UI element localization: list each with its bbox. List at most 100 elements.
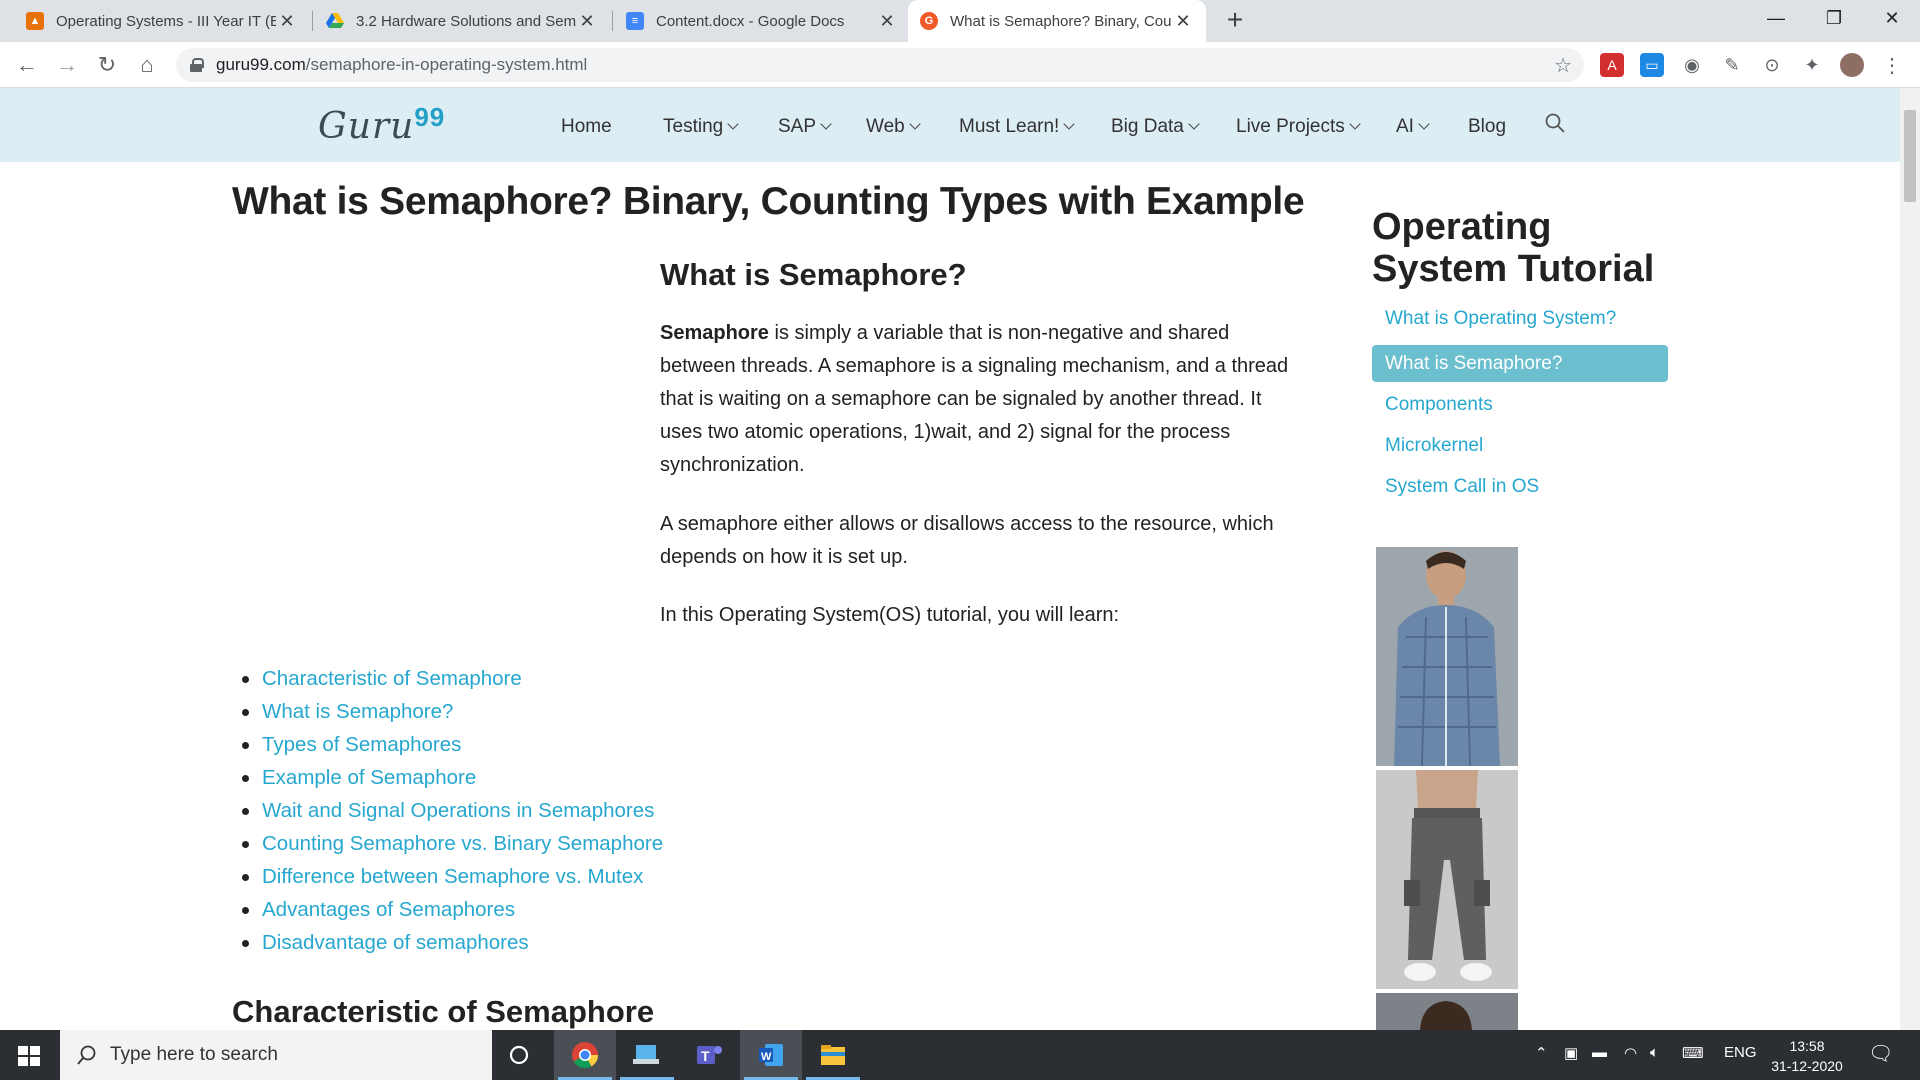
chevron-down-icon xyxy=(1063,118,1075,130)
sidebar-link[interactable]: What is Operating System? xyxy=(1372,300,1668,337)
eyedropper-extension-icon[interactable]: ✎ xyxy=(1720,53,1744,77)
search-placeholder: Type here to search xyxy=(110,1044,278,1065)
site-header: Guru99 Home Testing SAP Web Must Learn! … xyxy=(0,88,1900,162)
browser-tab[interactable]: ▲ Operating Systems - III Year IT (B ✕ xyxy=(14,0,310,42)
nav-sap[interactable]: SAP xyxy=(778,116,832,138)
wifi-icon[interactable]: ◠ xyxy=(1624,1044,1637,1062)
acrobat-extension-icon[interactable]: A xyxy=(1600,53,1624,77)
nav-blog[interactable]: Blog xyxy=(1468,116,1506,138)
taskbar-clock[interactable]: 13:58 31-12-2020 xyxy=(1762,1036,1852,1076)
guru99-favicon-icon: G xyxy=(920,12,938,30)
search-icon[interactable] xyxy=(1544,112,1566,134)
restore-icon[interactable]: ❐ xyxy=(1804,0,1864,36)
browser-tab-active[interactable]: G What is Semaphore? Binary, Cour ✕ xyxy=(908,0,1206,42)
sidebar-link-active[interactable]: What is Semaphore? xyxy=(1372,345,1668,382)
chevron-down-icon xyxy=(820,118,832,130)
nav-label: Home xyxy=(561,116,612,137)
new-tab-plus-icon[interactable]: + xyxy=(1220,4,1250,36)
close-tab-icon[interactable]: ✕ xyxy=(876,11,898,32)
toc-link[interactable]: Counting Semaphore vs. Binary Semaphore xyxy=(236,827,663,860)
close-tab-icon[interactable]: ✕ xyxy=(1172,11,1194,32)
camera-extension-icon[interactable]: ◉ xyxy=(1680,53,1704,77)
nav-must-learn[interactable]: Must Learn! xyxy=(959,116,1075,138)
ad-image[interactable] xyxy=(1376,547,1518,766)
nav-label: Big Data xyxy=(1111,116,1184,137)
reload-icon[interactable]: ↻ xyxy=(90,48,124,82)
meet-now-icon[interactable]: ▣ xyxy=(1564,1044,1578,1062)
file-explorer-icon[interactable] xyxy=(802,1030,864,1080)
language-indicator[interactable]: ENG xyxy=(1724,1044,1757,1061)
ad-image[interactable] xyxy=(1376,993,1518,1030)
home-icon[interactable]: ⌂ xyxy=(130,48,164,82)
sidebar-link[interactable]: System Call in OS xyxy=(1372,468,1668,505)
search-icon xyxy=(77,1045,96,1065)
chevron-down-icon xyxy=(909,118,921,130)
lock-icon xyxy=(190,58,204,72)
speaker-icon[interactable]: 🔈︎ xyxy=(1650,1044,1659,1061)
paragraph: In this Operating System(OS) tutorial, y… xyxy=(660,604,1120,626)
close-tab-icon[interactable]: ✕ xyxy=(576,11,598,32)
browser-tab[interactable]: ≡ Content.docx - Google Docs ✕ xyxy=(614,0,910,42)
toc-link[interactable]: Advantages of Semaphores xyxy=(236,893,663,926)
nav-label: AI xyxy=(1396,116,1414,137)
browser-tab[interactable]: 3.2 Hardware Solutions and Sema ✕ xyxy=(314,0,610,42)
toc-link[interactable]: Example of Semaphore xyxy=(236,761,663,794)
page-content: What is Semaphore? Binary, Counting Type… xyxy=(0,162,1900,1030)
desktop-app-icon[interactable] xyxy=(616,1030,678,1080)
google-docs-icon: ≡ xyxy=(626,12,644,30)
word-icon[interactable]: W xyxy=(740,1030,802,1080)
nav-home[interactable]: Home xyxy=(561,116,612,138)
chevron-down-icon xyxy=(727,118,739,130)
nav-live-projects[interactable]: Live Projects xyxy=(1236,116,1361,138)
nav-label: Web xyxy=(866,116,905,137)
code-extension-icon[interactable]: ⊙ xyxy=(1760,53,1784,77)
toc-link[interactable]: What is Semaphore? xyxy=(236,695,663,728)
back-arrow-icon[interactable]: ← xyxy=(10,48,44,82)
minimize-icon[interactable]: — xyxy=(1746,0,1806,36)
chrome-taskbar-icon[interactable] xyxy=(554,1030,616,1080)
close-window-icon[interactable]: ✕ xyxy=(1862,0,1920,36)
url-domain: guru99.com xyxy=(216,55,306,74)
nav-web[interactable]: Web xyxy=(866,116,921,138)
ad-image[interactable] xyxy=(1376,770,1518,989)
notifications-icon[interactable]: 🗨︎ xyxy=(1868,1041,1893,1066)
toc-link[interactable]: Difference between Semaphore vs. Mutex xyxy=(236,860,663,893)
windows-start-icon[interactable] xyxy=(18,1046,40,1066)
bold-term: Semaphore xyxy=(660,322,769,344)
guru99-logo[interactable]: Guru99 xyxy=(318,102,445,147)
logo-number: 99 xyxy=(414,102,446,132)
sidebar-link[interactable]: Components xyxy=(1372,386,1668,423)
teams-icon[interactable]: T xyxy=(678,1030,740,1080)
close-tab-icon[interactable]: ✕ xyxy=(276,11,298,32)
page-scrollbar[interactable] xyxy=(1900,88,1920,1030)
nav-testing[interactable]: Testing xyxy=(663,116,739,138)
toc-link[interactable]: Disadvantage of semaphores xyxy=(236,926,663,959)
tab-title: 3.2 Hardware Solutions and Sema xyxy=(356,12,576,30)
scrollbar-thumb[interactable] xyxy=(1904,110,1916,202)
forward-arrow-icon[interactable]: → xyxy=(50,48,84,82)
browser-menu-icon[interactable]: ⋮ xyxy=(1880,53,1904,77)
screen-extension-icon[interactable]: ▭ xyxy=(1640,53,1664,77)
sidebar-link[interactable]: Microkernel xyxy=(1372,427,1668,464)
taskbar-search-input[interactable]: Type here to search xyxy=(60,1030,492,1080)
chevron-up-icon[interactable]: ⌃ xyxy=(1535,1044,1548,1062)
chevron-down-icon xyxy=(1188,118,1200,130)
nav-ai[interactable]: AI xyxy=(1396,116,1430,138)
nav-big-data[interactable]: Big Data xyxy=(1111,116,1200,138)
toc-link[interactable]: Characteristic of Semaphore xyxy=(236,662,663,695)
tab-separator xyxy=(312,11,313,31)
svg-text:T: T xyxy=(701,1048,710,1064)
chevron-down-icon xyxy=(1418,118,1430,130)
intro-paragraph: Semaphore is simply a variable that is n… xyxy=(660,317,1290,482)
toc-link[interactable]: Wait and Signal Operations in Semaphores xyxy=(236,794,663,827)
cortana-icon[interactable] xyxy=(488,1030,550,1080)
toc-link[interactable]: Types of Semaphores xyxy=(236,728,663,761)
profile-avatar[interactable] xyxy=(1840,53,1864,77)
extensions-puzzle-icon[interactable]: ✦ xyxy=(1800,53,1824,77)
address-bar[interactable]: guru99.com/semaphore-in-operating-system… xyxy=(176,48,1584,82)
keyboard-icon[interactable]: ⌨ xyxy=(1682,1044,1704,1062)
bookmark-star-icon[interactable]: ☆ xyxy=(1554,53,1572,78)
nav-label: SAP xyxy=(778,116,817,137)
battery-icon[interactable]: ▬ xyxy=(1592,1044,1607,1061)
paragraph-text: is simply a variable that is non-negativ… xyxy=(660,322,1289,476)
